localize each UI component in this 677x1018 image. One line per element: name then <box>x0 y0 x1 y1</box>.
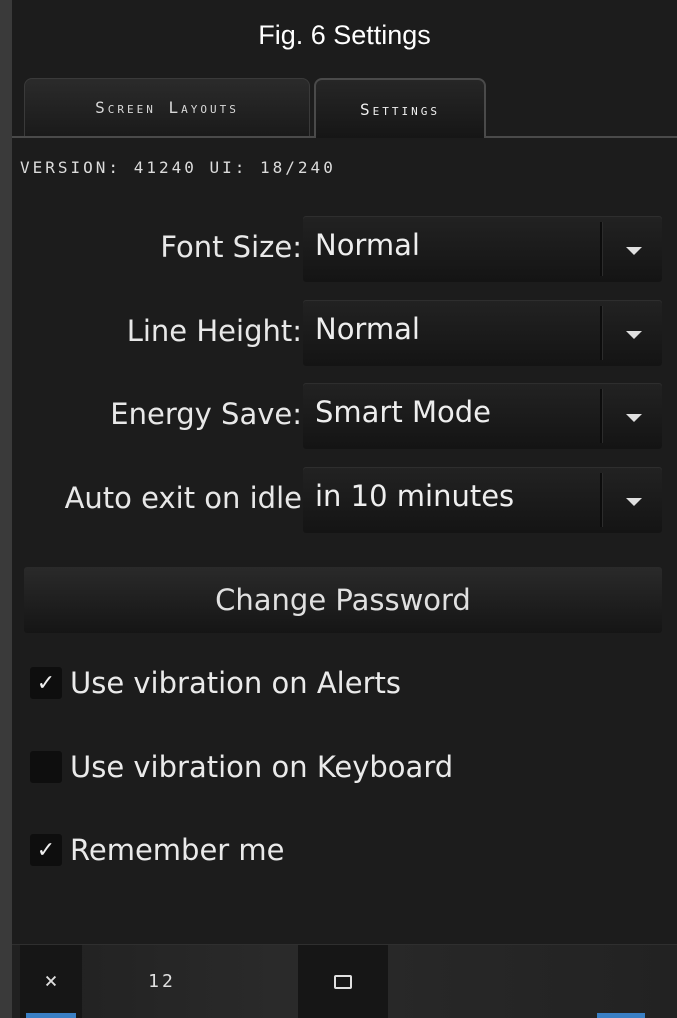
chevron-down-icon[interactable] <box>626 247 642 255</box>
tab-screen-layouts[interactable]: Screen Layouts <box>24 78 310 136</box>
bottom-bar: × 12 <box>12 944 677 1018</box>
line-height-value: Normal <box>315 312 420 346</box>
close-icon: × <box>44 969 58 994</box>
font-size-value: Normal <box>315 228 420 262</box>
font-size-select[interactable]: Normal <box>303 216 662 282</box>
vibration-keyboard-checkbox[interactable] <box>30 751 62 783</box>
version-text: VERSION: 41240 UI: 18/240 <box>20 158 336 177</box>
select-divider <box>600 389 602 443</box>
select-divider <box>600 222 602 276</box>
energy-save-select[interactable]: Smart Mode <box>303 383 662 449</box>
checkmark-icon: ✓ <box>36 837 56 863</box>
window-icon <box>334 974 352 989</box>
energy-save-label: Energy Save: <box>110 397 302 431</box>
energy-save-value: Smart Mode <box>315 395 491 429</box>
chevron-down-icon[interactable] <box>626 331 642 339</box>
vibration-alerts-checkbox[interactable]: ✓ <box>30 667 62 699</box>
tab-count[interactable]: 12 <box>132 945 192 1018</box>
remember-me-label: Remember me <box>70 833 285 867</box>
tab-label: Settings <box>360 99 440 119</box>
vibration-keyboard-option[interactable]: Use vibration on Keyboard <box>30 747 453 787</box>
app-frame: Fig. 6 Settings Screen Layouts Settings … <box>12 0 677 1018</box>
line-height-select[interactable]: Normal <box>303 300 662 366</box>
auto-exit-value: in 10 minutes <box>315 479 515 513</box>
select-divider <box>600 473 602 527</box>
remember-me-checkbox[interactable]: ✓ <box>30 834 62 866</box>
vibration-alerts-option[interactable]: ✓ Use vibration on Alerts <box>30 663 401 703</box>
figure-title: Fig. 6 Settings <box>258 20 431 50</box>
line-height-label: Line Height: <box>126 314 302 348</box>
change-password-button[interactable]: Change Password <box>24 567 662 633</box>
active-indicator <box>597 1013 645 1018</box>
checkmark-icon: ✓ <box>36 670 56 696</box>
tab-label: Screen Layouts <box>95 98 239 117</box>
font-size-label: Font Size: <box>160 230 302 264</box>
chevron-down-icon[interactable] <box>626 414 642 422</box>
vibration-alerts-label: Use vibration on Alerts <box>70 666 401 700</box>
select-divider <box>600 306 602 360</box>
vibration-keyboard-label: Use vibration on Keyboard <box>70 750 454 784</box>
tab-settings[interactable]: Settings <box>314 78 486 138</box>
chevron-down-icon[interactable] <box>626 498 642 506</box>
window-switch-button[interactable] <box>298 945 388 1018</box>
auto-exit-label: Auto exit on idle <box>64 481 302 515</box>
close-button[interactable]: × <box>20 945 82 1018</box>
remember-me-option[interactable]: ✓ Remember me <box>30 830 285 870</box>
auto-exit-select[interactable]: in 10 minutes <box>303 467 662 533</box>
active-indicator <box>26 1013 76 1018</box>
